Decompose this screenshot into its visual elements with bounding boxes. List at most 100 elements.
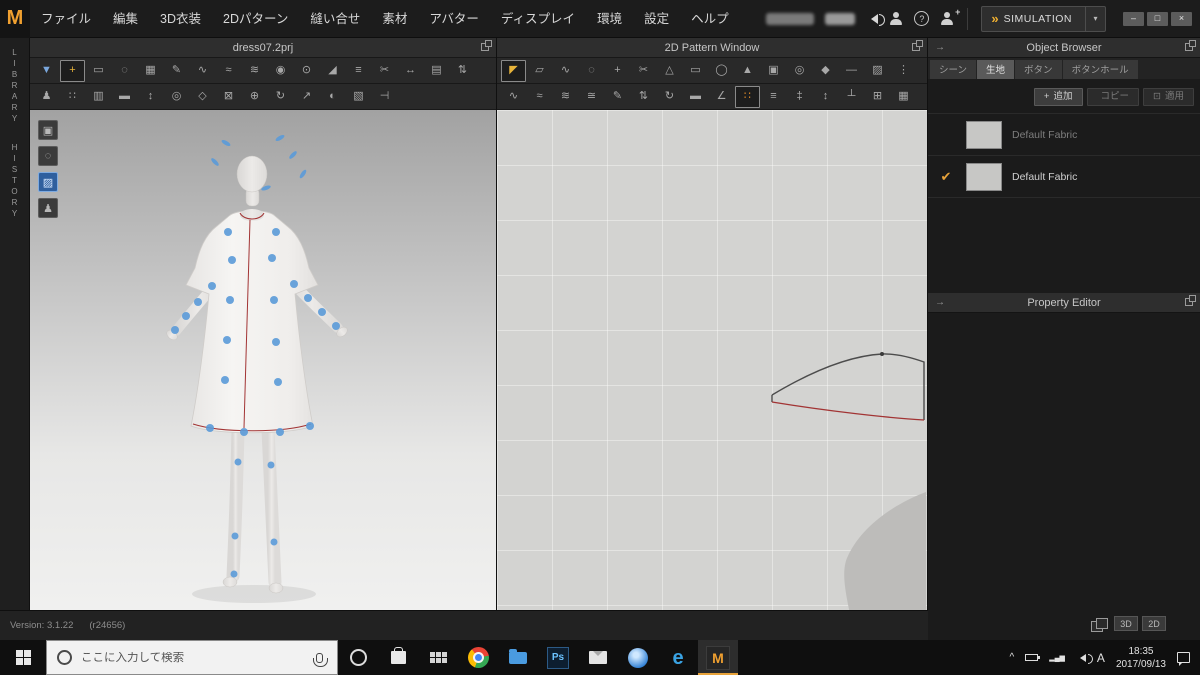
- mn-segment-sewing-tool[interactable]: ≋: [553, 86, 578, 108]
- grainline-tool[interactable]: ↕: [813, 86, 838, 108]
- fabric-row-default-1[interactable]: Default Fabric: [928, 114, 1200, 157]
- show-avatar-button[interactable]: ♟: [38, 198, 58, 218]
- pin-tool[interactable]: ◉: [268, 60, 293, 82]
- menu-display[interactable]: ディスプレイ: [490, 0, 586, 38]
- history-rail-tab[interactable]: HISTORY: [10, 143, 19, 220]
- fabric-swatch[interactable]: [966, 162, 1002, 191]
- sound-icon[interactable]: [866, 13, 886, 26]
- zipper-tool[interactable]: ‡: [787, 86, 812, 108]
- pattern-piece[interactable]: [771, 352, 925, 421]
- fold-line-tool[interactable]: ⇅: [631, 86, 656, 108]
- arrangement-points-tool[interactable]: ∷: [60, 86, 85, 108]
- battery-icon[interactable]: [1025, 654, 1041, 661]
- internal-circle-tool[interactable]: ◎: [787, 60, 812, 82]
- mail-app-button[interactable]: [578, 640, 618, 675]
- move-gizmo-tool[interactable]: ⊕: [242, 86, 267, 108]
- select-lasso-tool[interactable]: ◌: [112, 60, 137, 82]
- popout-window-icon[interactable]: [912, 40, 923, 51]
- edit-curvature-tool[interactable]: ∿: [553, 60, 578, 82]
- trace-tool[interactable]: ▨: [865, 60, 890, 82]
- tape-measure-tool[interactable]: ↕: [138, 86, 163, 108]
- mn-free-sewing-tool[interactable]: ≅: [579, 86, 604, 108]
- chevron-up-icon[interactable]: ^: [1009, 652, 1014, 663]
- menu-environment[interactable]: 環境: [586, 0, 633, 38]
- property-editor-header[interactable]: → Property Editor: [928, 293, 1200, 314]
- minimize-button[interactable]: –: [1123, 11, 1144, 26]
- simulation-button[interactable]: » SIMULATION ▾: [981, 5, 1106, 32]
- blue-app-button[interactable]: [618, 640, 658, 675]
- segment-sewing-tool[interactable]: ∿: [501, 86, 526, 108]
- folder-app-button[interactable]: [498, 640, 538, 675]
- turn-tool[interactable]: ↻: [657, 86, 682, 108]
- edit-curve-point-tool[interactable]: ◌: [579, 60, 604, 82]
- fabric-swatch[interactable]: [966, 120, 1002, 149]
- menu-edit[interactable]: 編集: [102, 0, 149, 38]
- seam-taping-tool[interactable]: ∠: [709, 86, 734, 108]
- clock[interactable]: 18:35 2017/09/13: [1116, 645, 1166, 671]
- select-mesh-tool[interactable]: ▦: [138, 60, 163, 82]
- select-box-tool[interactable]: ▭: [86, 60, 111, 82]
- cut-tool[interactable]: ✂: [631, 60, 656, 82]
- add-fabric-button[interactable]: + 追加: [1033, 88, 1083, 107]
- chrome-app-button[interactable]: [458, 640, 498, 675]
- menu-file[interactable]: ファイル: [30, 0, 102, 38]
- menu-settings[interactable]: 設定: [633, 0, 680, 38]
- select-move-tool[interactable]: +: [60, 59, 85, 82]
- invite-friend-icon[interactable]: +: [940, 7, 960, 25]
- texture-editor-tool[interactable]: ▦: [891, 86, 916, 108]
- base-line-tool[interactable]: —: [839, 60, 864, 82]
- tab-scene[interactable]: シーン: [930, 60, 977, 79]
- popout-window-icon[interactable]: [1185, 40, 1196, 51]
- photoshop-app-button[interactable]: Ps: [538, 640, 578, 675]
- help-icon[interactable]: ?: [914, 11, 930, 26]
- toggle-3d-window[interactable]: 3D: [1114, 616, 1138, 631]
- circle-tool[interactable]: ◯: [709, 60, 734, 82]
- menu-avatar[interactable]: アバター: [418, 0, 490, 38]
- flatten-tool[interactable]: ▤: [424, 60, 449, 82]
- account-icon[interactable]: [889, 12, 903, 25]
- attach-pin-tool[interactable]: ⊙: [294, 60, 319, 82]
- simulation-dropdown[interactable]: ▾: [1085, 5, 1105, 32]
- iron-tool[interactable]: ▬: [683, 86, 708, 108]
- start-button[interactable]: [0, 640, 46, 675]
- menu-help[interactable]: ヘルプ: [680, 0, 740, 38]
- menu-sewing[interactable]: 縫い合せ: [299, 0, 371, 38]
- store-app-button[interactable]: [378, 640, 418, 675]
- internal-rectangle-tool[interactable]: ▣: [761, 60, 786, 82]
- polygon-tool[interactable]: △: [657, 60, 682, 82]
- slider-tool[interactable]: ⊣: [372, 86, 397, 108]
- edge-app-button[interactable]: e: [658, 640, 698, 675]
- free-sewing-3d-tool[interactable]: ≋: [242, 60, 267, 82]
- measure-tool[interactable]: ↔: [398, 60, 423, 82]
- pose-tool[interactable]: ◇: [190, 86, 215, 108]
- transform-pattern-tool[interactable]: ◤: [501, 59, 526, 82]
- fold-arrangement-tool[interactable]: ◢: [320, 60, 345, 82]
- show-garment-button[interactable]: ▣: [38, 120, 58, 140]
- volume-icon[interactable]: [1076, 653, 1093, 664]
- pattern-layout-tool[interactable]: ⊞: [865, 86, 890, 108]
- copy-fabric-button[interactable]: コピー: [1086, 88, 1140, 107]
- grid-app-button[interactable]: [418, 640, 458, 675]
- split-windows-icon[interactable]: [1091, 617, 1108, 632]
- segment-sewing-3d-tool[interactable]: ≈: [216, 60, 241, 82]
- apply-fabric-button[interactable]: ⊡ 適用: [1143, 88, 1194, 107]
- arrangement-tool[interactable]: ⇅: [450, 60, 475, 82]
- close-button[interactable]: ×: [1171, 11, 1192, 26]
- dart-tool[interactable]: ◆: [813, 60, 838, 82]
- collapse-arrow-icon[interactable]: →: [935, 42, 945, 53]
- rectangle-tool[interactable]: ▭: [683, 60, 708, 82]
- network-icon[interactable]: ▂▄▆: [1049, 654, 1065, 662]
- scale-gizmo-tool[interactable]: ↗: [294, 86, 319, 108]
- fabric-row-default-2[interactable]: ✔ Default Fabric: [928, 156, 1200, 199]
- library-rail-tab[interactable]: LIBRARY: [10, 48, 19, 125]
- avatar-with-dress[interactable]: [30, 110, 495, 640]
- popout-window-icon[interactable]: [1185, 295, 1196, 307]
- menu-3d-garment[interactable]: 3D衣装: [149, 0, 212, 38]
- avatar-tape-tool[interactable]: ▬: [112, 86, 137, 108]
- maximize-button[interactable]: □: [1147, 11, 1168, 26]
- object-browser-header[interactable]: → Object Browser: [928, 38, 1200, 58]
- bounding-volume-tool[interactable]: ▥: [86, 86, 111, 108]
- scissors-tool[interactable]: ✂: [372, 60, 397, 82]
- circumference-tape-tool[interactable]: ◎: [164, 86, 189, 108]
- popout-window-icon[interactable]: [481, 40, 492, 51]
